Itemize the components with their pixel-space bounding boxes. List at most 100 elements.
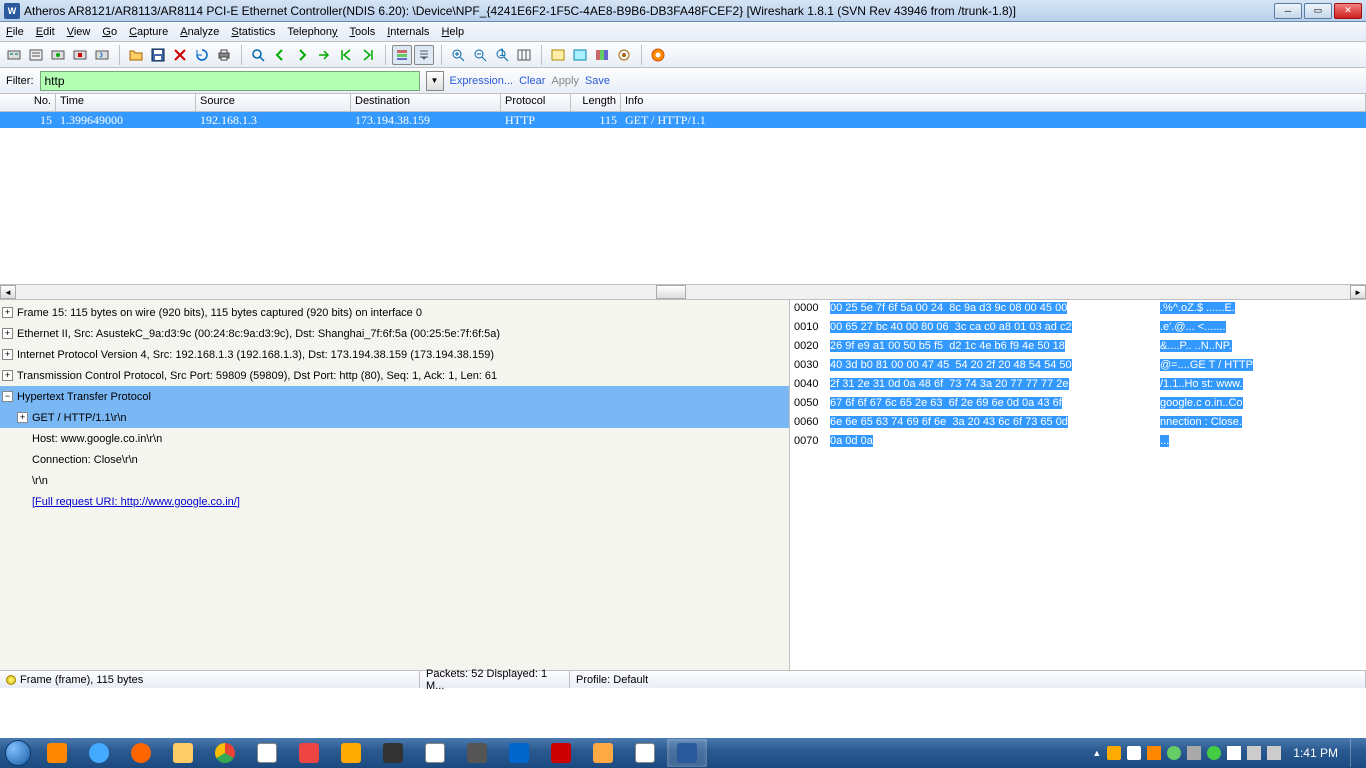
filter-dropdown-button[interactable]: ▼: [426, 71, 444, 91]
tree-http[interactable]: −Hypertext Transfer Protocol: [0, 386, 789, 407]
hex-row[interactable]: 005067 6f 6f 67 6c 65 2e 63 6f 2e 69 6e …: [794, 397, 1362, 416]
taskbar-clock[interactable]: 1:41 PM: [1287, 746, 1344, 760]
start-button[interactable]: [0, 738, 36, 768]
taskbar-app5[interactable]: [415, 739, 455, 767]
open-icon[interactable]: [126, 45, 146, 65]
taskbar-app10[interactable]: [625, 739, 665, 767]
go-back-icon[interactable]: [270, 45, 290, 65]
hex-row[interactable]: 00402f 31 2e 31 0d 0a 48 6f 73 74 3a 20 …: [794, 378, 1362, 397]
taskbar-wireshark[interactable]: [667, 739, 707, 767]
close-button[interactable]: ✕: [1334, 3, 1362, 19]
taskbar-app2[interactable]: [289, 739, 329, 767]
col-time[interactable]: Time: [56, 94, 196, 111]
tray-up-icon[interactable]: ▲: [1092, 748, 1101, 758]
colorize-icon[interactable]: [392, 45, 412, 65]
menu-capture[interactable]: Capture: [129, 26, 168, 38]
col-source[interactable]: Source: [196, 94, 351, 111]
options-icon[interactable]: [26, 45, 46, 65]
find-icon[interactable]: [248, 45, 268, 65]
tree-frame[interactable]: +Frame 15: 115 bytes on wire (920 bits),…: [0, 302, 789, 323]
print-icon[interactable]: [214, 45, 234, 65]
menu-help[interactable]: Help: [441, 26, 464, 38]
tree-uri[interactable]: [Full request URI: http://www.google.co.…: [0, 491, 789, 512]
restart-capture-icon[interactable]: [92, 45, 112, 65]
coloring-rules-icon[interactable]: [592, 45, 612, 65]
menu-go[interactable]: Go: [102, 26, 117, 38]
tree-connection[interactable]: Connection: Close\r\n: [0, 449, 789, 470]
tree-get[interactable]: +GET / HTTP/1.1\r\n: [0, 407, 789, 428]
expression-button[interactable]: Expression...: [450, 75, 514, 87]
apply-button[interactable]: Apply: [551, 75, 579, 87]
expand-icon[interactable]: +: [2, 307, 13, 318]
hex-row[interactable]: 00700a 0d 0a...: [794, 435, 1362, 454]
menu-analyze[interactable]: Analyze: [180, 26, 219, 38]
taskbar-chrome[interactable]: [205, 739, 245, 767]
start-capture-icon[interactable]: [48, 45, 68, 65]
zoom-out-icon[interactable]: [470, 45, 490, 65]
first-packet-icon[interactable]: [336, 45, 356, 65]
expand-icon[interactable]: +: [2, 349, 13, 360]
tray-icon[interactable]: [1167, 746, 1181, 760]
menu-view[interactable]: View: [67, 26, 91, 38]
taskbar-vlc[interactable]: [37, 739, 77, 767]
close-file-icon[interactable]: [170, 45, 190, 65]
reload-icon[interactable]: [192, 45, 212, 65]
display-filters-icon[interactable]: [570, 45, 590, 65]
col-length[interactable]: Length: [571, 94, 621, 111]
filter-input[interactable]: [40, 71, 420, 91]
taskbar-ie[interactable]: [79, 739, 119, 767]
autoscroll-icon[interactable]: [414, 45, 434, 65]
col-protocol[interactable]: Protocol: [501, 94, 571, 111]
packet-list-scrollbar[interactable]: ◄ ►: [0, 284, 1366, 300]
tray-network-icon[interactable]: [1247, 746, 1261, 760]
menu-statistics[interactable]: Statistics: [231, 26, 275, 38]
taskbar-explorer[interactable]: [163, 739, 203, 767]
preferences-icon[interactable]: [614, 45, 634, 65]
save-icon[interactable]: [148, 45, 168, 65]
zoom-in-icon[interactable]: [448, 45, 468, 65]
tree-ip[interactable]: +Internet Protocol Version 4, Src: 192.1…: [0, 344, 789, 365]
taskbar-app8[interactable]: [541, 739, 581, 767]
zoom-reset-icon[interactable]: 1: [492, 45, 512, 65]
go-forward-icon[interactable]: [292, 45, 312, 65]
tree-tcp[interactable]: +Transmission Control Protocol, Src Port…: [0, 365, 789, 386]
maximize-button[interactable]: ▭: [1304, 3, 1332, 19]
menu-edit[interactable]: Edit: [36, 26, 55, 38]
tree-host[interactable]: Host: www.google.co.in\r\n: [0, 428, 789, 449]
scroll-right-icon[interactable]: ►: [1350, 285, 1366, 299]
show-desktop-button[interactable]: [1350, 739, 1358, 767]
stop-capture-icon[interactable]: [70, 45, 90, 65]
minimize-button[interactable]: ─: [1274, 3, 1302, 19]
scroll-thumb[interactable]: [656, 285, 686, 299]
col-info[interactable]: Info: [621, 94, 1366, 111]
tree-ethernet[interactable]: +Ethernet II, Src: AsustekC_9a:d3:9c (00…: [0, 323, 789, 344]
tray-icon[interactable]: [1127, 746, 1141, 760]
hex-row[interactable]: 002026 9f e9 a1 00 50 b5 f5 d2 1c 4e b6 …: [794, 340, 1362, 359]
capture-filters-icon[interactable]: [548, 45, 568, 65]
taskbar-app9[interactable]: [583, 739, 623, 767]
tray-action-center-icon[interactable]: [1227, 746, 1241, 760]
taskbar-app1[interactable]: [247, 739, 287, 767]
menu-telephony[interactable]: Telephony: [287, 26, 337, 38]
taskbar-app4[interactable]: [373, 739, 413, 767]
help-icon[interactable]: [648, 45, 668, 65]
goto-packet-icon[interactable]: [314, 45, 334, 65]
tray-utorrent-icon[interactable]: [1207, 746, 1221, 760]
taskbar-firefox[interactable]: [121, 739, 161, 767]
scroll-left-icon[interactable]: ◄: [0, 285, 16, 299]
hex-row[interactable]: 003040 3d b0 81 00 00 47 45 54 20 2f 20 …: [794, 359, 1362, 378]
tray-volume-icon[interactable]: [1267, 746, 1281, 760]
expert-info-icon[interactable]: [6, 675, 16, 685]
expand-icon[interactable]: +: [17, 412, 28, 423]
taskbar-app6[interactable]: [457, 739, 497, 767]
collapse-icon[interactable]: −: [2, 391, 13, 402]
last-packet-icon[interactable]: [358, 45, 378, 65]
clear-button[interactable]: Clear: [519, 75, 545, 87]
resize-columns-icon[interactable]: [514, 45, 534, 65]
hex-row[interactable]: 001000 65 27 bc 40 00 80 06 3c ca c0 a8 …: [794, 321, 1362, 340]
expand-icon[interactable]: +: [2, 328, 13, 339]
tray-icon[interactable]: [1107, 746, 1121, 760]
hex-row[interactable]: 00606e 6e 65 63 74 69 6f 6e 3a 20 43 6c …: [794, 416, 1362, 435]
packet-row[interactable]: 15 1.399649000 192.168.1.3 173.194.38.15…: [0, 112, 1366, 128]
taskbar-app7[interactable]: [499, 739, 539, 767]
